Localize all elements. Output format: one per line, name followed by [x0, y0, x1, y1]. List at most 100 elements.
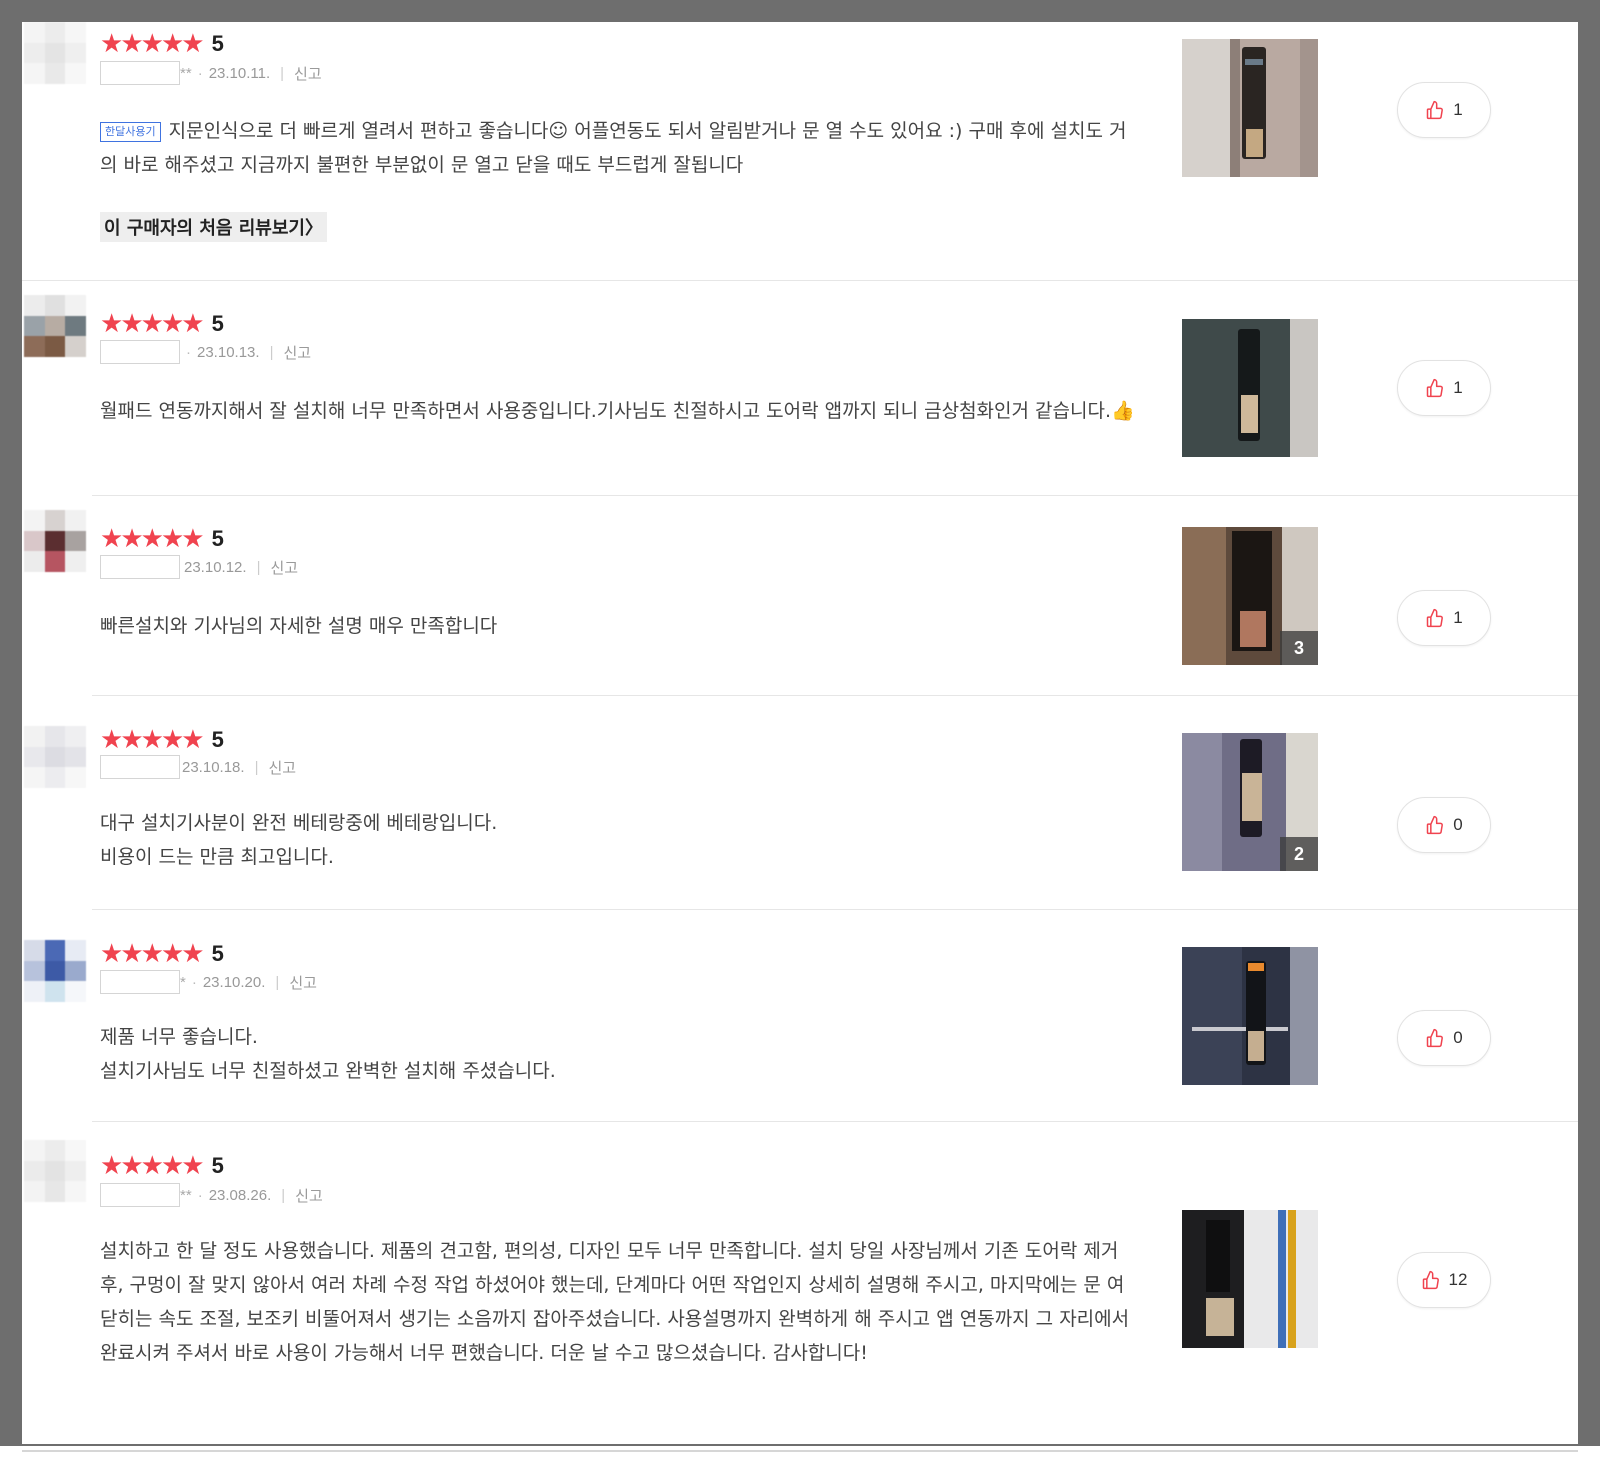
star-icon: ★ — [181, 29, 204, 59]
like-button[interactable]: 1 — [1397, 82, 1491, 138]
review-meta: · 23.10.13. | 신고 — [100, 339, 311, 365]
review-meta: 23.10.12. | 신고 — [100, 554, 298, 580]
review-item: ★ ★ ★ ★ ★ 5 23.10.12. | 신고 빠른설치와 기사님의 자세… — [22, 496, 1578, 696]
thumbs-up-icon — [1427, 815, 1444, 835]
review-meta: ** · 23.10.11. | 신고 — [100, 60, 322, 86]
star-icon: ★ — [160, 29, 184, 59]
star-icon: ★ — [181, 524, 204, 554]
like-count: 0 — [1453, 815, 1463, 834]
review-item: ★ ★ ★ ★ ★ 5 * · 23.10.20. | 신고 제품 너무 좋습니… — [22, 910, 1578, 1122]
thumbs-up-icon — [1422, 1270, 1439, 1290]
review-text-line: 대구 설치기사분이 완전 베테랑중에 베테랑입니다. — [100, 812, 498, 834]
review-photo[interactable]: 2 — [1182, 733, 1318, 871]
rating-score: 5 — [211, 1153, 224, 1178]
reviewer-name-suffix: ** — [180, 1186, 192, 1204]
review-meta: ** · 23.08.26. | 신고 — [100, 1182, 323, 1208]
first-review-link[interactable]: 이 구매자의 처음 리뷰보기〉 — [100, 212, 327, 242]
star-icon: ★ — [140, 1151, 164, 1181]
bottom-strip — [0, 1446, 1600, 1470]
star-icon: ★ — [140, 725, 164, 755]
avatar — [24, 1140, 86, 1202]
report-link[interactable]: 신고 — [295, 1185, 323, 1206]
review-text: 월패드 연동까지해서 잘 설치해 너무 만족하면서 사용중입니다.기사님도 친절… — [100, 400, 1135, 422]
star-icon: ★ — [181, 1151, 204, 1181]
door-lock-photo — [1182, 947, 1318, 1085]
report-link[interactable]: 신고 — [268, 757, 296, 778]
review-photo[interactable] — [1182, 947, 1318, 1085]
like-button[interactable]: 1 — [1397, 590, 1491, 646]
review-item: ★ ★ ★ ★ ★ 5 ** · 23.08.26. | 신고 설치하고 한 달… — [22, 1122, 1578, 1444]
star-icon: ★ — [160, 1151, 184, 1181]
review-photo[interactable]: 3 — [1182, 527, 1318, 665]
review-text: 지문인식으로 더 빠르게 열려서 편하고 좋습니다☺ 어플연동도 되서 알림받거… — [100, 120, 1127, 176]
star-icon: ★ — [181, 309, 204, 339]
review-tag: 한달사용기 — [100, 121, 161, 142]
reviewer-name-suffix: * — [180, 973, 186, 991]
review-text-block: 한달사용기 지문인식으로 더 빠르게 열려서 편하고 좋습니다☺ 어플연동도 되서… — [100, 114, 1140, 182]
review-photo[interactable] — [1182, 319, 1318, 457]
star-icon: ★ — [160, 309, 184, 339]
star-icon: ★ — [181, 725, 204, 755]
star-icon: ★ — [140, 29, 164, 59]
review-meta: * · 23.10.20. | 신고 — [100, 969, 317, 995]
star-rating: ★ ★ ★ ★ ★ 5 — [100, 940, 224, 968]
star-icon: ★ — [100, 524, 123, 554]
star-icon: ★ — [140, 939, 164, 969]
star-icon: ★ — [100, 309, 123, 339]
review-date: 23.10.20. — [202, 973, 266, 991]
review-photo[interactable] — [1182, 39, 1318, 177]
like-button[interactable]: 12 — [1397, 1252, 1491, 1308]
star-rating: ★ ★ ★ ★ ★ 5 — [100, 310, 224, 338]
reviewer-name-masked — [100, 1183, 180, 1207]
review-item: ★ ★ ★ ★ ★ 5 · 23.10.13. | 신고 월패드 연동까지해서 … — [22, 281, 1578, 496]
door-lock-photo — [1182, 39, 1318, 177]
rating-score: 5 — [211, 941, 224, 966]
report-link[interactable]: 신고 — [283, 342, 311, 363]
star-icon: ★ — [120, 725, 143, 755]
review-text-line: 설치기사님도 너무 친절하셨고 완벽한 설치해 주셨습니다. — [100, 1060, 556, 1082]
avatar — [24, 295, 86, 357]
review-text: 빠른설치와 기사님의 자세한 설명 매우 만족합니다 — [100, 615, 498, 637]
thumbs-up-icon — [1427, 608, 1444, 628]
review-date: 23.10.11. — [208, 64, 271, 82]
reviewer-name-masked — [100, 555, 180, 579]
report-link[interactable]: 신고 — [270, 557, 298, 578]
like-count: 1 — [1453, 608, 1463, 627]
reviewer-name-suffix: ** — [180, 64, 192, 82]
star-icon: ★ — [160, 725, 184, 755]
review-text-block: 제품 너무 좋습니다. 설치기사님도 너무 친절하셨고 완벽한 설치해 주셨습니… — [100, 1020, 1140, 1088]
rating-score: 5 — [211, 31, 224, 56]
like-button[interactable]: 0 — [1397, 1010, 1491, 1066]
star-icon: ★ — [160, 524, 184, 554]
review-date: 23.10.18. — [182, 758, 245, 776]
avatar — [24, 510, 86, 572]
reviewer-name-masked — [100, 340, 180, 364]
photo-count-badge: 2 — [1280, 837, 1318, 871]
reviewer-name-masked — [100, 755, 180, 779]
star-icon: ★ — [140, 309, 164, 339]
star-icon: ★ — [100, 725, 123, 755]
like-count: 1 — [1453, 100, 1463, 119]
star-icon: ★ — [181, 939, 204, 969]
review-meta: 23.10.18. | 신고 — [100, 754, 296, 780]
star-icon: ★ — [100, 939, 123, 969]
star-rating: ★ ★ ★ ★ ★ 5 — [100, 726, 224, 754]
review-text-line: 제품 너무 좋습니다. — [100, 1026, 258, 1048]
star-icon: ★ — [160, 939, 184, 969]
review-photo[interactable] — [1182, 1210, 1318, 1348]
like-button[interactable]: 0 — [1397, 797, 1491, 853]
star-icon: ★ — [100, 1151, 123, 1181]
star-icon: ★ — [120, 1151, 143, 1181]
review-text-line: 비용이 드는 만큼 최고입니다. — [100, 846, 334, 868]
star-rating: ★ ★ ★ ★ ★ 5 — [100, 30, 224, 58]
like-button[interactable]: 1 — [1397, 360, 1491, 416]
review-list: ★ ★ ★ ★ ★ 5 ** · 23.10.11. | 신고 한달사용기 지문인… — [22, 22, 1578, 1444]
avatar — [24, 940, 86, 1002]
photo-count-badge: 3 — [1280, 631, 1318, 665]
thumbs-up-icon — [1427, 100, 1444, 120]
star-icon: ★ — [120, 524, 143, 554]
star-icon: ★ — [120, 939, 143, 969]
like-count: 12 — [1448, 1270, 1468, 1289]
report-link[interactable]: 신고 — [289, 972, 317, 993]
report-link[interactable]: 신고 — [294, 63, 322, 84]
